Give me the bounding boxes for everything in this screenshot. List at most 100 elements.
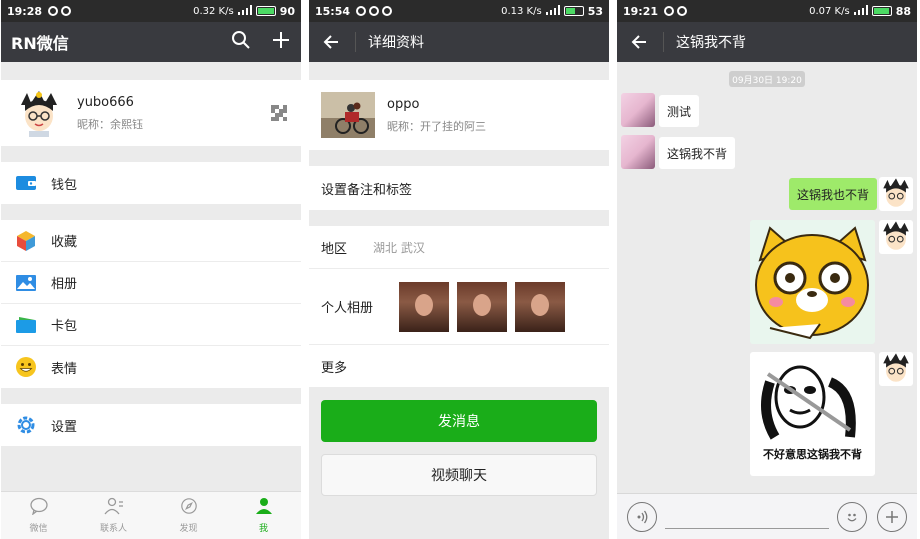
tab-label-me: 我 [258, 524, 268, 534]
region-label: 地区 [321, 241, 348, 257]
title-divider [663, 32, 664, 52]
message-bubble-sent[interactable]: 这锅我也不背 [788, 178, 877, 210]
friend-avatar[interactable] [621, 135, 655, 169]
personal-album-row[interactable]: 个人相册 [309, 269, 609, 345]
sticker-caption: 不好意思这锅我不背 [763, 448, 862, 461]
favorites-cube-icon [15, 230, 37, 252]
more-row[interactable]: 更多 [309, 345, 609, 387]
more-label: 更多 [321, 360, 348, 376]
signal-icon [237, 4, 252, 18]
app-title: RN微信 [11, 34, 69, 53]
cards-icon [15, 314, 37, 336]
menu-item-cards[interactable]: 卡包 [1, 304, 301, 346]
set-remark-row[interactable]: 设置备注和标签 [309, 166, 609, 210]
profile-name: yubo666 [77, 94, 134, 110]
tab-me[interactable]: 我 [226, 492, 301, 539]
chat-title: 这锅我不背 [676, 35, 746, 51]
status-bar: 15:54 0.13 K/s 53 [309, 0, 609, 22]
friend-avatar[interactable] [621, 93, 655, 127]
menu-label-cards: 卡包 [51, 319, 78, 334]
title-bar: 这锅我不背 [617, 22, 917, 62]
tab-discover[interactable]: 发现 [151, 492, 226, 539]
menu-group-discover: 收藏 相册 卡包 表情 [1, 220, 301, 388]
album-thumbnails [399, 281, 566, 332]
send-message-button[interactable]: 发消息 [321, 400, 597, 442]
signal-icon [853, 4, 868, 18]
notification-icons [664, 6, 688, 16]
contact-avatar[interactable] [321, 92, 375, 138]
battery-icon [871, 6, 892, 16]
wallet-icon [15, 172, 37, 194]
status-time: 19:21 [623, 4, 659, 18]
status-time: 19:28 [7, 4, 43, 18]
menu-label-wallet: 钱包 [51, 177, 78, 193]
menu-label-stickers: 表情 [51, 361, 78, 377]
add-icon[interactable] [271, 30, 291, 54]
profile-card[interactable]: yubo666 昵称：余熙钰 [1, 80, 301, 146]
back-arrow-icon[interactable] [319, 30, 343, 54]
notification-icons [48, 6, 72, 16]
menu-item-favorites[interactable]: 收藏 [1, 220, 301, 262]
search-icon[interactable] [231, 30, 251, 54]
signal-icon [545, 4, 560, 18]
region-value: 湖北 武汉 [373, 240, 425, 255]
menu-item-wallet[interactable]: 钱包 [1, 162, 301, 204]
back-arrow-icon[interactable] [627, 30, 651, 54]
my-avatar[interactable] [879, 220, 913, 254]
network-speed: 0.13 K/s [501, 5, 542, 17]
voice-icon[interactable] [627, 501, 657, 532]
me-icon [254, 497, 274, 519]
phone-me-screen: 19:28 0.32 K/s 90 RN微信 yubo666 昵称：余熙钰 钱包… [1, 0, 301, 539]
title-divider [355, 32, 356, 52]
qrcode-icon[interactable] [271, 105, 287, 121]
tab-contacts[interactable]: 联系人 [76, 492, 151, 539]
chat-timestamp: 09月30日 19:20 [729, 71, 805, 87]
message-bubble-received[interactable]: 这锅我不背 [659, 137, 736, 169]
battery-icon [255, 6, 276, 16]
contact-name: oppo [387, 96, 420, 112]
message-input[interactable] [665, 505, 829, 529]
plus-icon[interactable] [877, 501, 907, 532]
tab-chats[interactable]: 微信 [1, 492, 76, 539]
battery-level: 53 [587, 4, 603, 18]
battery-level: 90 [279, 4, 295, 18]
message-bubble-received[interactable]: 测试 [659, 95, 700, 127]
region-row: 地区 湖北 武汉 [309, 226, 609, 269]
notification-icons [356, 6, 393, 16]
chat-icon [29, 497, 49, 519]
contact-card: oppo 昵称：开了挂的阿三 [309, 80, 609, 150]
gear-icon [15, 414, 37, 436]
album-photo [457, 281, 508, 332]
battery-level: 88 [895, 4, 911, 18]
emoji-icon[interactable] [837, 501, 867, 532]
status-bar: 19:21 0.07 K/s 88 [617, 0, 917, 22]
menu-item-album[interactable]: 相册 [1, 262, 301, 304]
album-icon [15, 272, 37, 294]
contact-nickname: 昵称：开了挂的阿三 [387, 119, 486, 133]
my-avatar[interactable] [879, 177, 913, 211]
menu-group-settings: 设置 [1, 404, 301, 446]
panda-meme-sticker[interactable]: 不好意思这锅我不背 [750, 352, 875, 476]
smiley-icon [15, 356, 37, 378]
menu-item-settings[interactable]: 设置 [1, 404, 301, 446]
my-avatar[interactable] [879, 352, 913, 386]
video-chat-button[interactable]: 视频聊天 [321, 454, 597, 496]
status-time: 15:54 [315, 4, 351, 18]
menu-item-stickers[interactable]: 表情 [1, 346, 301, 388]
network-speed: 0.07 K/s [809, 5, 850, 17]
tab-label-contacts: 联系人 [99, 524, 127, 534]
discover-icon [179, 497, 199, 519]
avatar [15, 89, 63, 137]
contacts-icon [103, 497, 124, 519]
title-bar: 详细资料 [309, 22, 609, 62]
battery-icon [563, 6, 584, 16]
personal-album-label: 个人相册 [321, 301, 374, 316]
profile-nickname: 昵称：余熙钰 [77, 117, 143, 131]
network-speed: 0.32 K/s [193, 5, 234, 17]
album-photo [515, 281, 566, 332]
tab-label-discover: 发现 [179, 524, 198, 534]
cat-sticker[interactable] [750, 220, 875, 344]
album-photo [399, 281, 450, 332]
status-bar: 19:28 0.32 K/s 90 [1, 0, 301, 22]
set-remark-label: 设置备注和标签 [321, 182, 413, 198]
